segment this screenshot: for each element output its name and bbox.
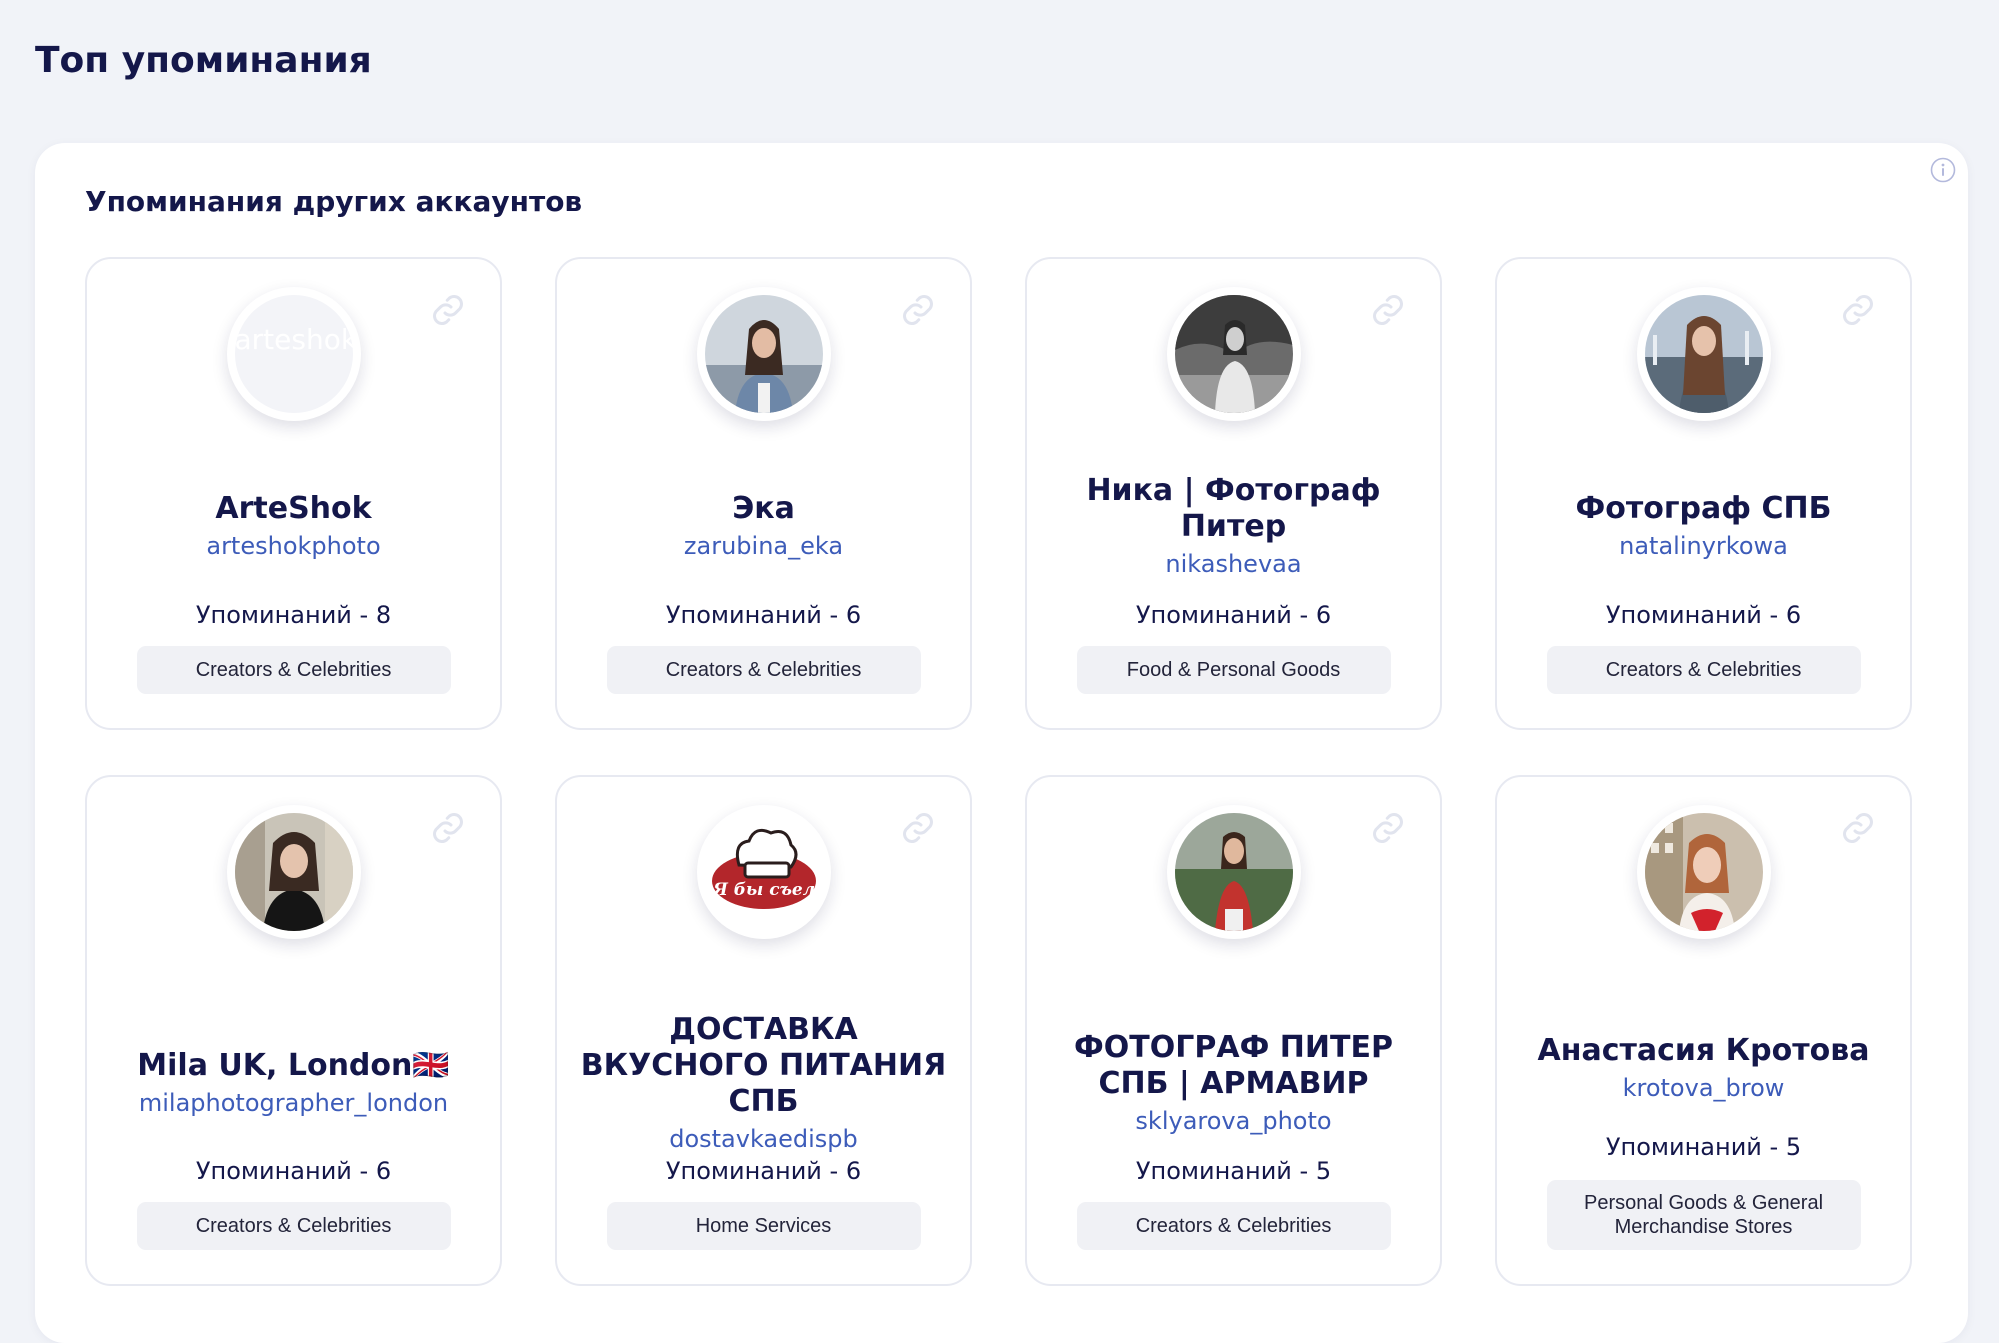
account-handle[interactable]: zarubina_eka [684,529,843,563]
account-handle[interactable]: krotova_brow [1623,1071,1785,1105]
account-card[interactable]: Эка zarubina_eka Упоминаний - 6 Creators… [555,257,972,730]
link-icon[interactable] [900,292,936,328]
avatar[interactable] [1636,287,1771,421]
account-name[interactable]: Mila UK, London🇬🇧 [137,1048,449,1084]
link-icon[interactable] [430,292,466,328]
account-handle[interactable]: arteshokphoto [206,529,380,563]
mentions-count: Упоминаний - 6 [1135,601,1332,629]
category-badge: Home Services [606,1202,921,1250]
avatar-photo [1644,813,1763,931]
mentions-count: Упоминаний - 8 [195,601,392,629]
info-icon[interactable] [1930,157,1956,183]
category-badge: Creators & Celebrities [136,1202,451,1250]
avatar-image: arteshok [234,295,353,413]
link-icon[interactable] [1840,292,1876,328]
account-name[interactable]: ДОСТАВКА ВКУСНОГО ПИТАНИЯ СПБ [577,1012,950,1120]
avatar[interactable]: Я бы съел [696,805,831,939]
avatar[interactable] [1636,805,1771,939]
category-badge: Creators & Celebrities [136,646,451,694]
avatar[interactable] [696,287,831,421]
account-card[interactable]: arteshok ArteShok arteshokphoto Упоминан… [85,257,502,730]
category-badge: Personal Goods & General Merchandise Sto… [1546,1180,1861,1250]
account-card[interactable]: Анастасия Кротова krotova_brow Упоминани… [1495,775,1912,1286]
account-name[interactable]: Ника | Фотограф Питер [1047,473,1420,545]
mentions-count: Упоминаний - 5 [1135,1157,1332,1185]
logo-text: Я бы съел [711,880,814,900]
mentions-count: Упоминаний - 5 [1605,1133,1802,1161]
avatar-photo [1644,295,1763,413]
chef-hat-logo: Я бы съел [704,813,823,931]
account-handle[interactable]: dostavkaedispb [669,1122,858,1156]
avatar-photo [1174,295,1293,413]
mentions-count: Упоминаний - 6 [665,1157,862,1185]
account-handle[interactable]: natalinyrkowa [1619,529,1788,563]
mentions-count: Упоминаний - 6 [665,601,862,629]
account-handle[interactable]: milaphotographer_london [139,1086,448,1120]
mentions-count: Упоминаний - 6 [1605,601,1802,629]
avatar[interactable]: arteshok [226,287,361,421]
link-icon[interactable] [1840,810,1876,846]
page-title: Топ упоминания [35,40,372,81]
avatar[interactable] [1166,805,1301,939]
accounts-grid: arteshok ArteShok arteshokphoto Упоминан… [85,257,1912,1286]
avatar[interactable] [1166,287,1301,421]
account-card[interactable]: Я бы съел ДОСТАВКА ВКУСНОГО ПИТАНИЯ СПБ … [555,775,972,1286]
section-title: Упоминания других аккаунтов [85,185,583,218]
link-icon[interactable] [430,810,466,846]
account-card[interactable]: Ника | Фотограф Питер nikashevaa Упомина… [1025,257,1442,730]
account-name[interactable]: Фотограф СПБ [1576,491,1832,527]
account-name[interactable]: Эка [732,491,795,527]
account-card[interactable]: ФОТОГРАФ ПИТЕР СПБ | АРМАВИР sklyarova_p… [1025,775,1442,1286]
account-name[interactable]: Анастасия Кротова [1538,1033,1870,1069]
account-name[interactable]: ArteShok [215,491,371,527]
link-icon[interactable] [1370,810,1406,846]
account-handle[interactable]: nikashevaa [1165,547,1301,581]
account-card[interactable]: Фотограф СПБ natalinyrkowa Упоминаний - … [1495,257,1912,730]
link-icon[interactable] [1370,292,1406,328]
avatar[interactable] [226,805,361,939]
avatar-photo [1174,813,1293,931]
account-card[interactable]: Mila UK, London🇬🇧 milaphotographer_londo… [85,775,502,1286]
mentions-count: Упоминаний - 6 [195,1157,392,1185]
account-name[interactable]: ФОТОГРАФ ПИТЕР СПБ | АРМАВИР [1047,1030,1420,1102]
category-badge: Food & Personal Goods [1076,646,1391,694]
avatar-photo [704,295,823,413]
avatar-photo [234,813,353,931]
category-badge: Creators & Celebrities [1076,1202,1391,1250]
category-badge: Creators & Celebrities [606,646,921,694]
avatar-watermark: arteshok [234,323,353,356]
mentions-panel: Упоминания других аккаунтов arteshok Art… [35,143,1968,1343]
category-badge: Creators & Celebrities [1546,646,1861,694]
account-handle[interactable]: sklyarova_photo [1135,1104,1331,1138]
link-icon[interactable] [900,810,936,846]
